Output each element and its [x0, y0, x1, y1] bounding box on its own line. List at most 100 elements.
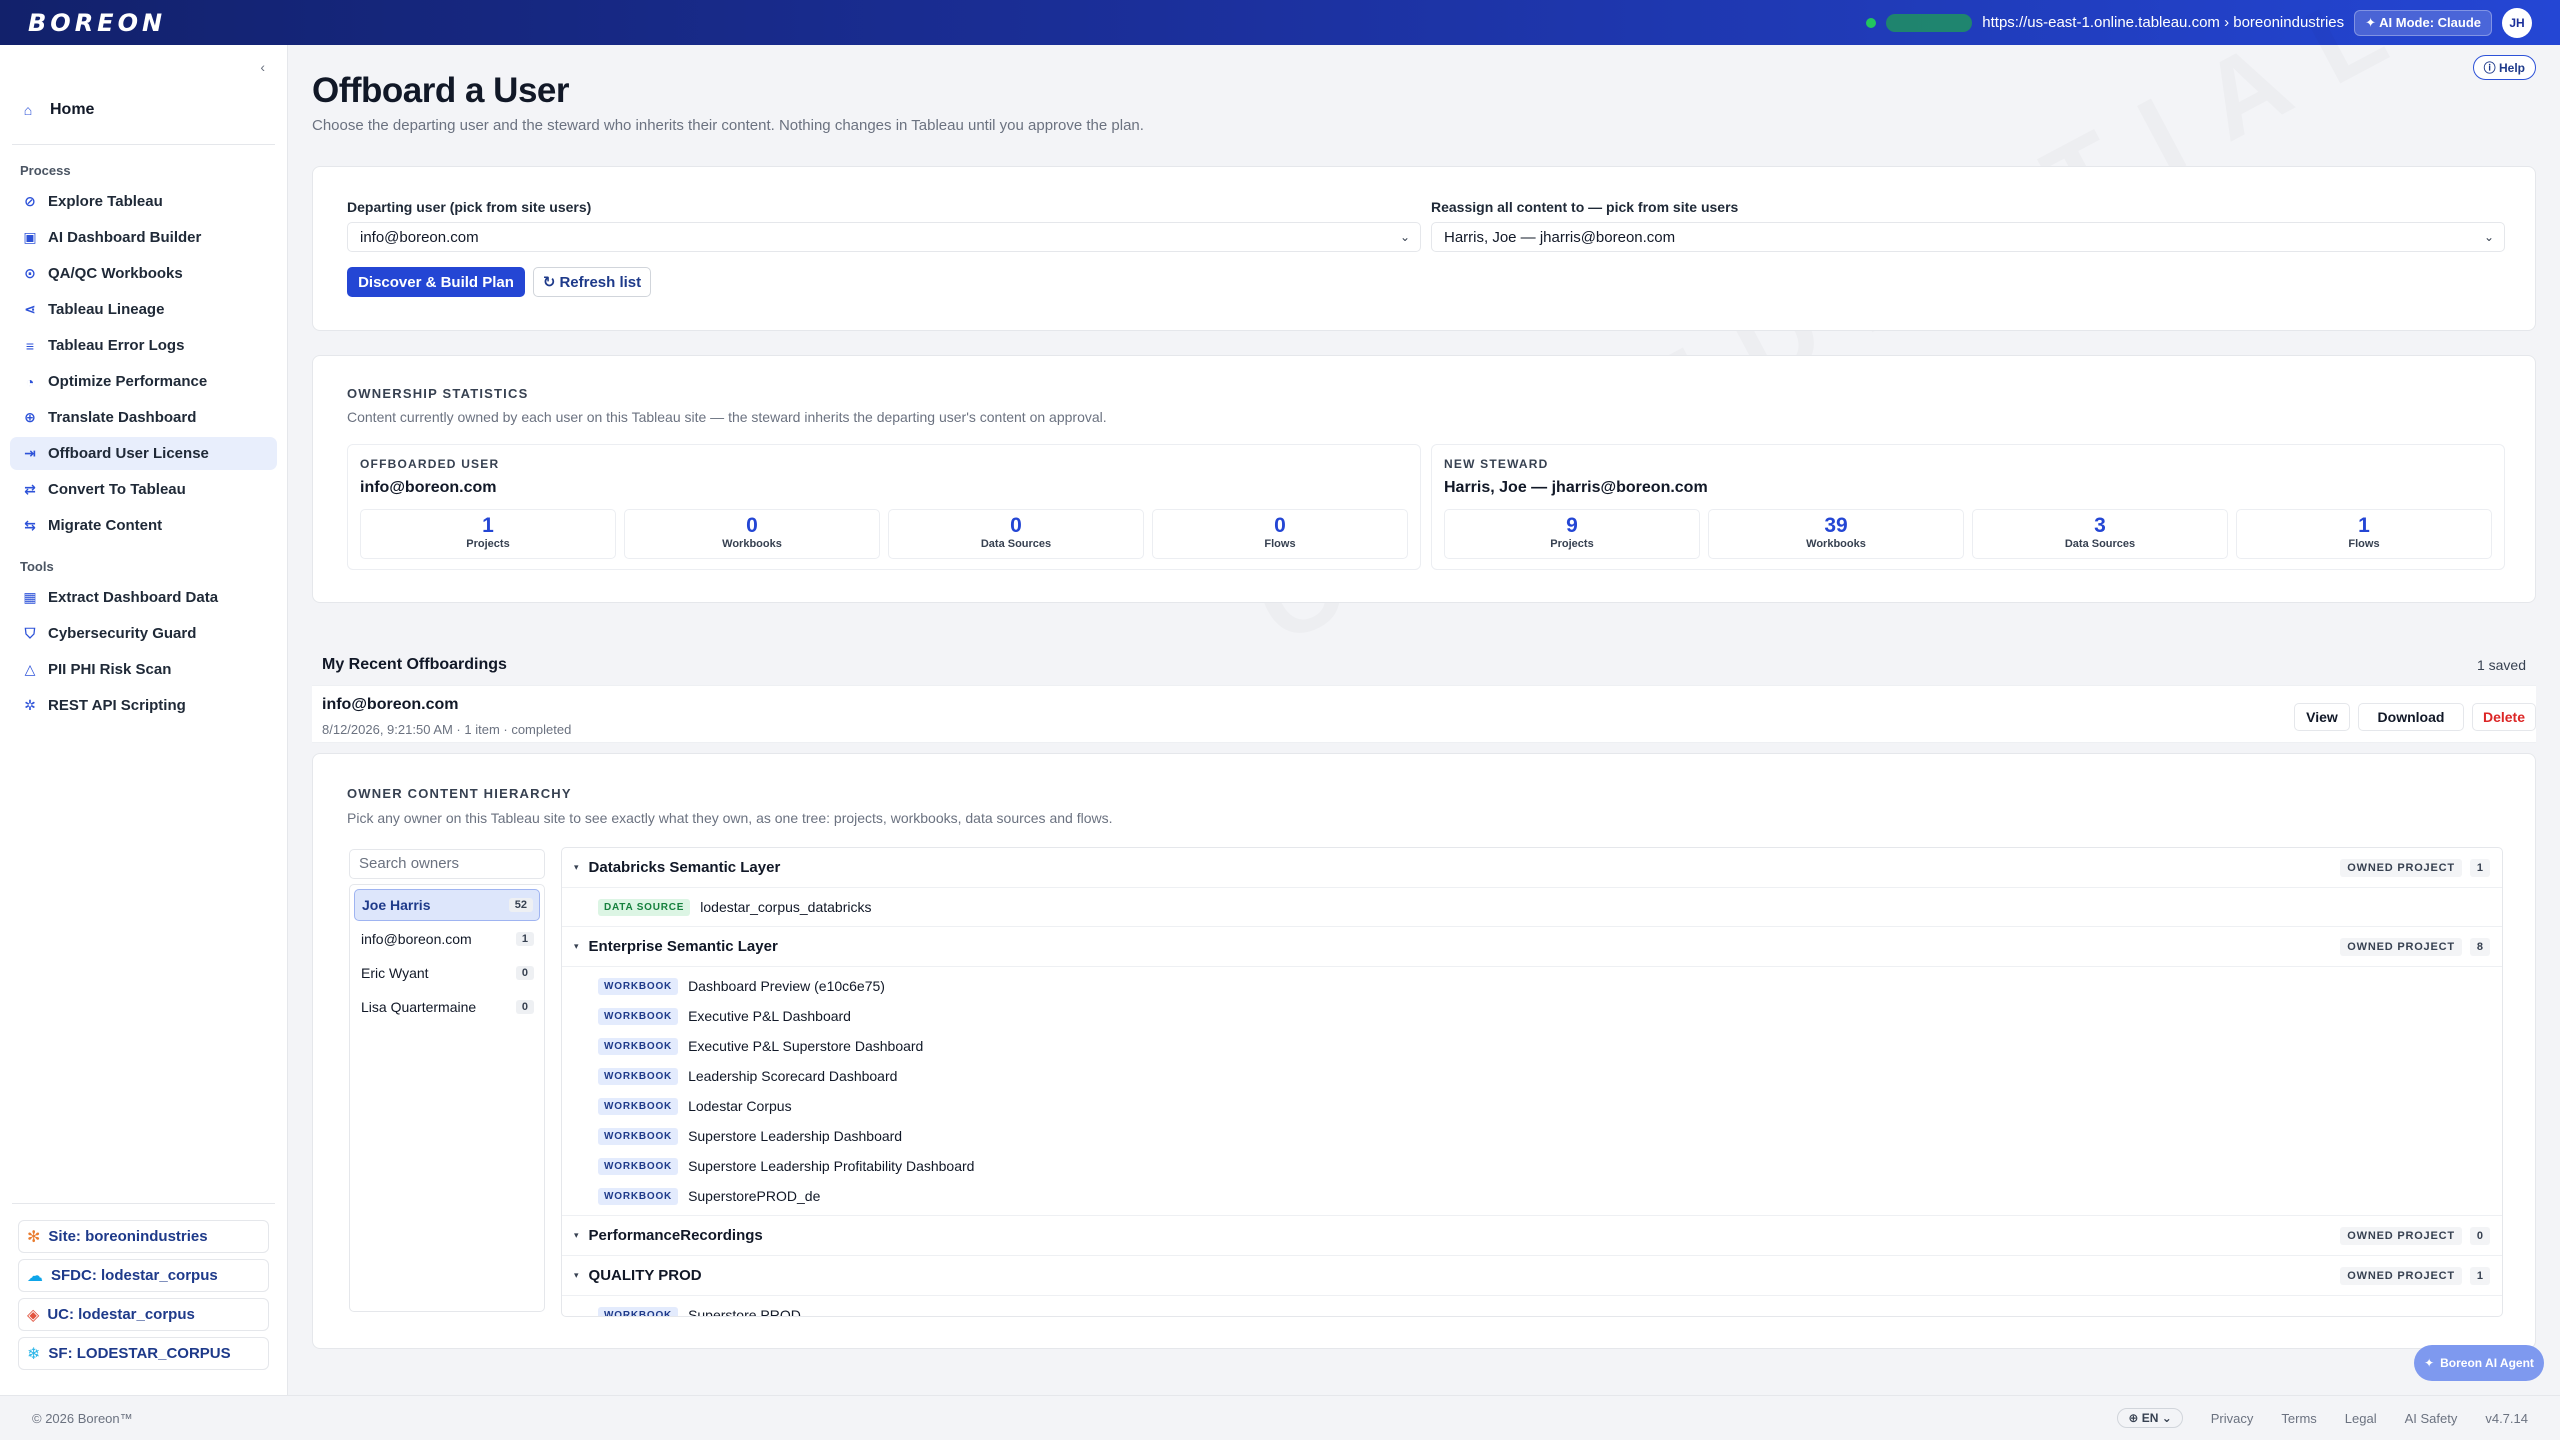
workbook-tag: WORKBOOK — [598, 1306, 679, 1316]
section-label-tools: Tools — [20, 559, 54, 574]
user-avatar[interactable]: JH — [2502, 7, 2532, 38]
ownership-title: OWNERSHIP STATISTICS — [347, 386, 529, 401]
footer-link-legal[interactable]: Legal — [2345, 1411, 2377, 1426]
project-children: WORKBOOK Dashboard Preview (e10c6e75) WOR… — [562, 967, 2502, 1216]
ai-mode-badge[interactable]: ✦ AI Mode: Claude — [2354, 9, 2492, 36]
stat-workbooks: 0 Workbooks — [624, 509, 880, 559]
boreon-ai-agent-button[interactable]: ✦ Boreon AI Agent — [2414, 1345, 2544, 1381]
gauge-icon: ◔ — [25, 373, 35, 390]
owner-item[interactable]: info@boreon.com 1 — [354, 923, 540, 955]
collapse-sidebar-icon[interactable]: ‹ — [260, 59, 265, 75]
sidebar-item-optimize-performance[interactable]: ◔ Optimize Performance — [10, 365, 277, 398]
tree-project[interactable]: ▾ Databricks Semantic Layer OWNED PROJECT… — [562, 848, 2502, 888]
triangle-down-icon[interactable]: ▾ — [574, 941, 579, 952]
workbook-tag: WORKBOOK — [598, 1007, 679, 1025]
sidebar-item-home[interactable]: ⌂ Home — [20, 101, 95, 119]
reassign-label: Reassign all content to — pick from site… — [1431, 199, 1739, 215]
owner-item[interactable]: Eric Wyant 0 — [354, 957, 540, 989]
page-subtitle: Choose the departing user and the stewar… — [312, 117, 1144, 134]
stat-data-sources: 3 Data Sources — [1972, 509, 2228, 559]
connection-sfdc[interactable]: ☁ SFDC: lodestar_corpus — [18, 1259, 269, 1292]
tree-project[interactable]: ▾ PerformanceRecordings OWNED PROJECT 0 — [562, 1216, 2502, 1256]
sidebar-item-rest-api-scripting[interactable]: ✲ REST API Scripting — [10, 689, 277, 722]
owned-project-tag: OWNED PROJECT — [2340, 858, 2462, 877]
download-button[interactable]: Download — [2358, 703, 2464, 731]
triangle-down-icon[interactable]: ▾ — [574, 862, 579, 873]
workbook-tag: WORKBOOK — [598, 1097, 679, 1115]
tree-workbook[interactable]: WORKBOOK Dashboard Preview (e10c6e75) — [562, 971, 2502, 1001]
tree-workbook[interactable]: WORKBOOK Leadership Scorecard Dashboard — [562, 1061, 2502, 1091]
sidebar: ‹ ⌂ Home Process ⊘ Explore Tableau ▣ AI Da… — [0, 45, 288, 1395]
home-icon: ⌂ — [23, 102, 33, 118]
delete-button[interactable]: Delete — [2472, 703, 2536, 731]
hierarchy-title: OWNER CONTENT HIERARCHY — [347, 786, 572, 801]
tree-workbook[interactable]: WORKBOOK Lodestar Corpus — [562, 1091, 2502, 1121]
footer-link-terms[interactable]: Terms — [2281, 1411, 2316, 1426]
tree-workbook[interactable]: WORKBOOK Executive P&L Dashboard — [562, 1001, 2502, 1031]
discover-build-plan-button[interactable]: Discover & Build Plan — [347, 267, 525, 297]
steward-stats: 9 Projects 39 Workbooks 3 Data Sources 1 Flo… — [1444, 509, 2492, 559]
sidebar-item-tableau-lineage[interactable]: ⋖ Tableau Lineage — [10, 293, 277, 326]
connection-uc[interactable]: ◈ UC: lodestar_corpus — [18, 1298, 269, 1331]
sidebar-item-extract-dashboard-data[interactable]: ▦ Extract Dashboard Data — [10, 581, 277, 614]
footer-link-privacy[interactable]: Privacy — [2211, 1411, 2254, 1426]
sparkle-icon: ✦ — [2424, 1356, 2435, 1370]
tableau-site-url: https://us-east-1.online.tableau.com › b… — [1982, 14, 2345, 31]
departing-user-select[interactable]: info@boreon.com ⌄ — [347, 222, 1421, 252]
sidebar-item-ai-dashboard-builder[interactable]: ▣ AI Dashboard Builder — [10, 221, 277, 254]
recent-email: info@boreon.com — [322, 696, 459, 713]
search-owners-input[interactable]: Search owners — [349, 849, 545, 879]
user-exit-icon: ⇥ — [24, 445, 36, 461]
refresh-list-button[interactable]: ↻ Refresh list — [533, 267, 651, 297]
language-selector[interactable]: ⊕ EN ⌄ — [2117, 1408, 2183, 1428]
sidebar-item-offboard-user-license[interactable]: ⇥ Offboard User License — [10, 437, 277, 470]
triangle-down-icon[interactable]: ▾ — [574, 1230, 579, 1241]
table-icon: ▦ — [23, 589, 37, 605]
sidebar-item-explore-tableau[interactable]: ⊘ Explore Tableau — [10, 185, 277, 218]
footer-link-ai-safety[interactable]: AI Safety — [2405, 1411, 2458, 1426]
copyright: © 2026 Boreon™ — [32, 1410, 133, 1426]
workbook-tag: WORKBOOK — [598, 1187, 679, 1205]
workbook-tag: WORKBOOK — [598, 1127, 679, 1145]
triangle-down-icon[interactable]: ▾ — [574, 1270, 579, 1281]
workbook-tag: WORKBOOK — [598, 977, 679, 995]
tree-datasource[interactable]: DATA SOURCE lodestar_corpus_databricks — [562, 892, 2502, 922]
sidebar-item-cybersecurity-guard[interactable]: ⛉ Cybersecurity Guard — [10, 617, 277, 650]
tree-workbook[interactable]: WORKBOOK Superstore Leadership Dashboard — [562, 1121, 2502, 1151]
top-bar: BOREON https://us-east-1.online.tableau.… — [0, 0, 2560, 45]
snowflake-icon: ❄ — [27, 1345, 41, 1363]
sidebar-item-qa-qc-workbooks[interactable]: ⊙ QA/QC Workbooks — [10, 257, 277, 290]
topbar-right: https://us-east-1.online.tableau.com › b… — [1866, 7, 2532, 38]
new-steward-panel: NEW STEWARD Harris, Joe — jharris@boreon… — [1431, 444, 2505, 570]
sidebar-item-migrate-content[interactable]: ⇆ Migrate Content — [10, 509, 277, 542]
owner-item[interactable]: Joe Harris 52 — [354, 889, 540, 921]
boreon-logo[interactable]: BOREON — [28, 9, 166, 37]
sidebar-item-translate-dashboard[interactable]: ⊕ Translate Dashboard — [10, 401, 277, 434]
tree-project[interactable]: ▾ Enterprise Semantic Layer OWNED PROJECT… — [562, 927, 2502, 967]
owner-item[interactable]: Lisa Quartermaine 0 — [354, 991, 540, 1023]
owners-list: Joe Harris 52 info@boreon.com 1 Eric Wyant… — [349, 884, 545, 1312]
tableau-icon: ✻ — [27, 1228, 41, 1246]
tree-workbook[interactable]: WORKBOOK SuperstorePROD_de — [562, 1181, 2502, 1211]
sidebar-item-tableau-error-logs[interactable]: ≡ Tableau Error Logs — [10, 329, 277, 362]
divider — [12, 144, 275, 145]
help-button[interactable]: ⓘ Help — [2472, 55, 2536, 80]
tree-workbook[interactable]: WORKBOOK Superstore PROD — [562, 1300, 2502, 1316]
ownership-subtitle: Content currently owned by each user on … — [347, 409, 1107, 425]
connection-sf[interactable]: ❄ SF: LODESTAR_CORPUS — [18, 1337, 269, 1370]
sidebar-item-pii-phi-risk-scan[interactable]: △ PII PHI Risk Scan — [10, 653, 277, 686]
tree-project[interactable]: ▾ QUALITY PROD OWNED PROJECT 1 — [562, 1256, 2502, 1296]
sidebar-item-convert-to-tableau[interactable]: ⇄ Convert To Tableau — [10, 473, 277, 506]
connections-list: ✻ Site: boreonindustries ☁ SFDC: lodestar_… — [18, 1220, 269, 1376]
recent-saved-count: 1 saved — [2476, 657, 2526, 673]
reassign-user-select[interactable]: Harris, Joe — jharris@boreon.com ⌄ — [1431, 222, 2505, 252]
tree-workbook[interactable]: WORKBOOK Executive P&L Superstore Dashboa… — [562, 1031, 2502, 1061]
tree-workbook[interactable]: WORKBOOK Superstore Leadership Profitabil… — [562, 1151, 2502, 1181]
globe-icon: ⊕ — [24, 409, 36, 425]
footer-links: ⊕ EN ⌄ Privacy Terms Legal AI Safety v4.… — [2117, 1408, 2528, 1428]
steward-user-name: Harris, Joe — jharris@boreon.com — [1444, 479, 1708, 496]
view-button[interactable]: View — [2294, 703, 2350, 731]
connection-site[interactable]: ✻ Site: boreonindustries — [18, 1220, 269, 1253]
refresh-icon: ↻ — [542, 274, 556, 291]
divider — [12, 1203, 275, 1204]
